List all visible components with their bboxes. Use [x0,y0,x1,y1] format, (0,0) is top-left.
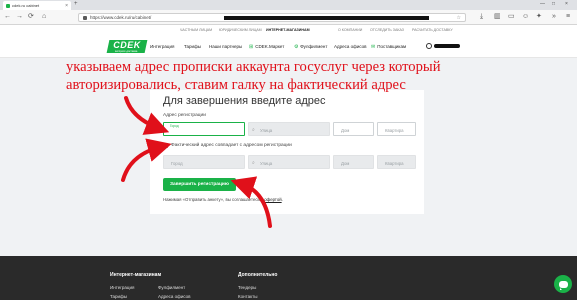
site-header: CDEK экспресс-доставка Интеграция Тарифы… [0,36,577,58]
fact-street-input[interactable]: ⌕ Улица [248,155,330,169]
close-window-button[interactable]: × [565,1,568,7]
form-title: Для завершения введите адрес [163,95,326,107]
library-icon[interactable]: ▥ [494,13,501,21]
forward-icon[interactable]: → [16,13,23,21]
same-address-label: Фактический адрес совпадает с адресом ре… [171,143,292,148]
footer-col1-title: Интернет-магазинам [110,272,162,278]
footer-col2-title: Дополнительно [238,272,278,278]
reg-house-placeholder: Дом [341,127,350,133]
lock-icon [83,15,87,20]
overflow-icon[interactable]: » [552,13,556,21]
user-icon[interactable] [426,43,432,49]
registration-address-label: Адрес регистрации [163,113,206,118]
close-tab-icon[interactable]: × [65,3,68,9]
menu-item-suppliers-label: Поставщикам [377,44,407,49]
hamburger-menu-icon[interactable]: ≡ [566,13,570,21]
market-cart-icon: ⊞ [249,44,254,50]
url-redaction [224,16,429,20]
top-link[interactable]: О КОМПАНИИ [338,28,362,32]
search-icon: ⌕ [252,126,255,133]
menu-item-market[interactable]: ⊞ CDEK.Маркет [249,44,284,50]
logo-text: CDEK [113,39,142,50]
address-bar[interactable]: https://www.cdek.ru/ru/cabinet/ ☆ [78,13,466,22]
browser-nav-bar: ← → ⟳ ⌂ https://www.cdek.ru/ru/cabinet/ … [0,10,577,25]
search-icon: ⌕ [252,159,255,166]
user-name-redaction [434,44,460,48]
chat-widget-button[interactable] [554,275,572,293]
consent-end: . [281,197,283,202]
fact-flat-placeholder: Квартира [385,160,404,166]
fact-city-input[interactable]: Город [163,155,245,169]
menu-item-fulfillment[interactable]: ⚙ Фулфилмент [294,44,327,50]
offer-link[interactable]: офертой [264,197,281,202]
browser-tab-title: cdek.ru cabinet [12,3,40,8]
fact-house-placeholder: Дом [341,160,350,166]
footer-link[interactable]: Тарифы [110,294,127,299]
reg-street-placeholder: Улица [260,127,273,133]
reg-house-input[interactable]: Дом [333,122,374,136]
menu-item-tariffs[interactable]: Тарифы [184,44,201,49]
reg-flat-placeholder: Квартира [385,127,404,133]
finish-registration-button[interactable]: Завершить регистрацию [163,178,236,191]
bookmark-star-icon[interactable]: ☆ [457,15,461,21]
new-tab-button[interactable]: + [74,1,78,7]
reader-icon[interactable]: ▭ [508,13,515,21]
reload-icon[interactable]: ⟳ [28,13,34,21]
address-form-card [150,90,424,214]
consent-prefix: Нажимая «Отправить анкету», вы соглашает… [163,197,264,202]
annotation-line-1: указываем адрес прописки аккаунта госусл… [66,59,441,75]
cdek-logo[interactable]: CDEK экспресс-доставка [106,39,148,53]
site-top-strip: ЧАСТНЫМ ЛИЦАМ ЮРИДИЧЕСКИМ ЛИЦАМ ИНТЕРНЕТ… [0,25,577,36]
menu-item-market-label: CDEK.Маркет [255,44,285,49]
menu-item-suppliers[interactable]: ✉ Поставщикам [371,44,406,50]
fact-house-input[interactable]: Дом [333,155,374,169]
fact-city-placeholder: Город [171,160,183,166]
site-footer: Интернет-магазинам Интеграция Тарифы Фул… [0,256,577,300]
top-link[interactable]: ЧАСТНЫМ ЛИЦАМ [180,28,212,32]
menu-item-offices[interactable]: Адреса офисов [334,44,367,49]
fact-street-placeholder: Улица [260,160,273,166]
footer-link[interactable]: Адреса офисов [158,294,191,299]
footer-link[interactable]: Контакты [238,294,257,299]
menu-item-integration[interactable]: Интеграция [150,44,174,49]
menu-item-partners[interactable]: Наши партнеры [209,44,242,49]
footer-link[interactable]: Фулфилмент [158,285,185,290]
reg-street-input[interactable]: ⌕ Улица [248,122,330,136]
account-icon[interactable]: ☺ [522,13,529,21]
browser-tab-bar: cdek.ru cabinet × + — □ × [0,0,577,10]
top-link[interactable]: ОТСЛЕДИТЬ ЗАКАЗ [370,28,404,32]
chat-bubble-icon [558,280,568,290]
footer-link[interactable]: Тендеры [238,285,256,290]
top-link[interactable]: ЮРИДИЧЕСКИМ ЛИЦАМ [219,28,262,32]
maximize-button[interactable]: □ [552,1,555,7]
reg-city-input[interactable]: Город [163,122,245,136]
back-icon[interactable]: ← [4,13,11,21]
browser-tab[interactable]: cdek.ru cabinet × [3,1,71,10]
logo-subtitle: экспресс-доставка [114,49,138,53]
consent-text: Нажимая «Отправить анкету», вы соглашает… [163,197,283,202]
menu-item-fulfillment-label: Фулфилмент [300,44,328,49]
reg-city-floating-label: Город [170,124,179,128]
footer-link[interactable]: Интеграция [110,285,134,290]
same-address-checkbox[interactable] [163,143,168,148]
home-icon[interactable]: ⌂ [42,13,46,21]
fulfillment-icon: ⚙ [294,44,299,50]
minimize-button[interactable]: — [540,1,545,7]
top-link[interactable]: РАСЧИТАТЬ ДОСТАВКУ [412,28,453,32]
annotation-line-2: авторизировались, ставим галку на фактич… [66,77,406,93]
instruction-annotation: указываем адрес прописки аккаунта госусл… [66,58,486,94]
extensions-icon[interactable]: ✦ [536,13,542,21]
reg-flat-input[interactable]: Квартира [377,122,416,136]
downloads-icon[interactable]: ⤓ [480,13,483,21]
cdek-favicon-icon [6,3,10,8]
fact-flat-input[interactable]: Квартира [377,155,416,169]
suppliers-icon: ✉ [371,44,376,50]
address-bar-url: https://www.cdek.ru/ru/cabinet/ [90,15,152,20]
top-link-active[interactable]: ИНТЕРНЕТ-МАГАЗИНАМ [266,28,310,32]
